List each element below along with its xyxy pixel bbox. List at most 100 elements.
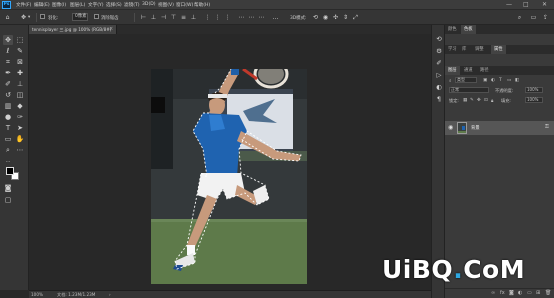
menu-view[interactable]: 视图(V) (158, 2, 174, 8)
opacity-input[interactable]: 100% (525, 87, 543, 93)
tab-libraries[interactable]: 库 (459, 45, 469, 54)
adjust-panel-icon[interactable]: ◐ (435, 83, 443, 91)
crop-tool-icon[interactable]: ⌗ (3, 57, 13, 67)
document-size[interactable]: 文档: 1.23M/1.23M (57, 292, 95, 298)
new-layer-icon[interactable]: ⊞ (536, 290, 540, 296)
filter-shape-icon[interactable]: ▭ (507, 78, 511, 83)
close-window-button[interactable]: ✕ (542, 1, 547, 8)
tab-adjustments[interactable]: 调整 (472, 45, 487, 54)
zoom-tool-icon[interactable]: ⌕ (3, 145, 13, 155)
align-left-icon[interactable]: ⊢ (140, 14, 147, 21)
move-tool-icon[interactable]: ✥ (3, 35, 13, 45)
paragraph-panel-icon[interactable]: ¶ (435, 95, 443, 103)
minimize-button[interactable]: — (506, 1, 512, 8)
quick-mask-icon[interactable]: ◙ (3, 183, 13, 193)
zoom-level[interactable]: 100% (31, 292, 43, 297)
layer-row-background[interactable]: ◉ 背景 ⚿ (445, 121, 554, 135)
3d-roll-icon[interactable]: ◉ (322, 14, 329, 21)
lock-position-icon[interactable]: ✥ (477, 98, 481, 103)
screen-mode-icon[interactable]: ▢ (3, 195, 13, 205)
tab-swatches[interactable]: 色板 (461, 25, 476, 34)
pen-tool-icon[interactable]: ✑ (15, 112, 25, 122)
history-panel-icon[interactable]: ⟲ (435, 35, 443, 43)
more-tools-icon[interactable]: ⋯ (15, 145, 25, 155)
distribute-right-icon[interactable]: ⋯ (258, 14, 265, 21)
tab-channels[interactable]: 通道 (461, 66, 476, 75)
fill-input[interactable]: 100% (525, 97, 543, 103)
filter-type-icon[interactable]: T (499, 78, 502, 83)
gradient-tool-icon[interactable]: ▥ (3, 101, 13, 111)
share-icon[interactable]: ⇪ (542, 14, 549, 21)
dodge-tool-icon[interactable]: ● (3, 112, 13, 122)
move-tool-icon[interactable]: ✥ (20, 14, 27, 21)
3d-drag-icon[interactable]: ✣ (332, 14, 339, 21)
menu-layer[interactable]: 图层(L) (70, 2, 85, 8)
edit-toolbar-icon[interactable]: … (3, 156, 13, 166)
menu-type[interactable]: 文字(Y) (88, 2, 104, 8)
align-bottom-icon[interactable]: ⊥ (190, 14, 197, 21)
blend-mode-select[interactable]: 正常 (449, 87, 489, 93)
hand-tool-icon[interactable]: ✋ (15, 134, 25, 144)
menu-edit[interactable]: 编辑(E) (34, 2, 50, 8)
distribute-top-icon[interactable]: ⋮ (204, 14, 211, 21)
actions-panel-icon[interactable]: ▷ (435, 71, 443, 79)
layer-kind-select[interactable]: 类型 (455, 77, 477, 83)
stamp-tool-icon[interactable]: ⊥ (15, 79, 25, 89)
add-mask-icon[interactable]: ◙ (509, 290, 514, 296)
home-icon[interactable]: ⌂ (4, 14, 11, 21)
distribute-bottom-icon[interactable]: ⋮ (224, 14, 231, 21)
brush-panel-icon[interactable]: ✐ (435, 59, 443, 67)
tab-color[interactable]: 颜色 (445, 25, 460, 34)
more-options-icon[interactable]: … (272, 14, 279, 21)
path-select-icon[interactable]: ➤ (15, 123, 25, 133)
maximize-button[interactable]: □ (523, 1, 529, 8)
close-document-icon[interactable]: × (109, 26, 113, 32)
properties-panel-icon[interactable]: ⚙ (435, 47, 443, 55)
foreground-color-swatch[interactable] (6, 167, 14, 175)
shape-tool-icon[interactable]: ▭ (3, 134, 13, 144)
filter-pixel-icon[interactable]: ▣ (483, 78, 487, 83)
distribute-middle-icon[interactable]: ⋮ (214, 14, 221, 21)
menu-filter[interactable]: 滤镜(T) (124, 2, 140, 8)
status-menu-chevron-icon[interactable]: › (109, 292, 111, 297)
tab-learn[interactable]: 学习 (445, 45, 460, 54)
menu-help[interactable]: 帮助(H) (194, 2, 210, 8)
eyedropper-tool-icon[interactable]: ✒ (3, 68, 13, 78)
feather-input[interactable]: 0像素 (72, 13, 88, 21)
tool-preset-chevron-icon[interactable]: ▾ (28, 15, 30, 20)
align-middle-icon[interactable]: ≡ (180, 14, 187, 21)
align-top-icon[interactable]: ⊤ (170, 14, 177, 21)
link-layers-icon[interactable]: ∞ (491, 290, 495, 296)
align-center-icon[interactable]: ⊥ (150, 14, 157, 21)
lock-pixels-icon[interactable]: ▦ (463, 98, 467, 103)
healing-brush-icon[interactable]: ✚ (15, 68, 25, 78)
distribute-left-icon[interactable]: ⋯ (238, 14, 245, 21)
eraser-tool-icon[interactable]: ◫ (15, 90, 25, 100)
history-brush-icon[interactable]: ↺ (3, 90, 13, 100)
distribute-center-icon[interactable]: ⋯ (248, 14, 255, 21)
align-right-icon[interactable]: ⊣ (160, 14, 167, 21)
anti-alias-checkbox[interactable] (94, 14, 99, 19)
visibility-eye-icon[interactable]: ◉ (448, 124, 453, 131)
search-icon[interactable]: ⌕ (516, 14, 523, 21)
frame-tool-icon[interactable]: ⊠ (15, 57, 25, 67)
auto-select-checkbox[interactable] (40, 14, 45, 19)
menu-3d[interactable]: 3D(D) (142, 2, 156, 7)
brush-tool-icon[interactable]: ✐ (3, 79, 13, 89)
delete-layer-icon[interactable]: 🗑︎ (545, 290, 551, 296)
3d-rotate-icon[interactable]: ⟲ (312, 14, 319, 21)
filter-adjust-icon[interactable]: ◐ (491, 78, 495, 83)
lock-all-icon[interactable]: 🔒︎ (491, 98, 493, 104)
filter-search-icon[interactable]: ⌕ (449, 78, 452, 84)
lock-image-icon[interactable]: ✎ (470, 98, 474, 103)
quick-select-tool-icon[interactable]: ✎ (15, 46, 25, 56)
marquee-tool-icon[interactable]: ⬚ (15, 35, 25, 45)
tab-layers[interactable]: 图层 (445, 66, 460, 75)
blur-tool-icon[interactable]: ◆ (15, 101, 25, 111)
tennis-player-photo[interactable] (151, 69, 307, 284)
document-tab[interactable]: tennisplayer 三.jpg @ 100% (RGB/8#) (29, 25, 117, 34)
menu-select[interactable]: 选择(S) (106, 2, 122, 8)
lasso-tool-icon[interactable]: ℓ (3, 46, 13, 56)
filter-smart-icon[interactable]: ◧ (515, 78, 519, 83)
menu-file[interactable]: 文件(F) (16, 2, 31, 8)
